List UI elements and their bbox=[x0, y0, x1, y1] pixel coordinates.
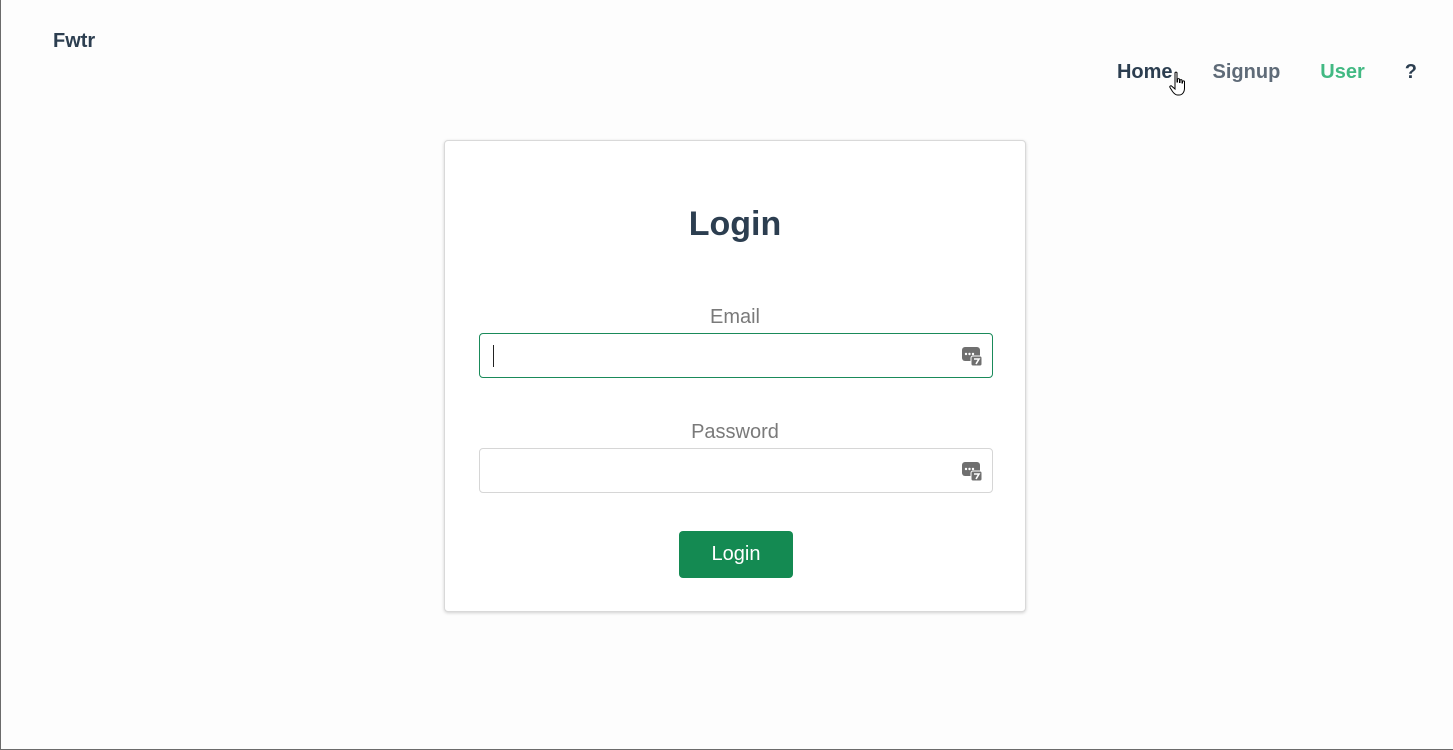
top-nav: Home Signup User ? bbox=[1117, 61, 1417, 84]
login-title: Login bbox=[688, 205, 782, 243]
nav-link-home[interactable]: Home bbox=[1117, 61, 1173, 84]
password-label: Password bbox=[691, 421, 779, 443]
login-card: Login Email Password Login bbox=[444, 140, 1026, 612]
text-caret bbox=[493, 345, 494, 367]
password-manager-icon[interactable] bbox=[961, 460, 983, 482]
email-input[interactable] bbox=[480, 334, 992, 377]
password-input[interactable] bbox=[480, 449, 992, 492]
password-field-wrapper bbox=[479, 448, 993, 493]
nav-link-user[interactable]: User bbox=[1320, 61, 1364, 84]
nav-link-signup[interactable]: Signup bbox=[1213, 61, 1281, 84]
email-label: Email bbox=[709, 306, 760, 328]
hand-pointer-cursor-icon bbox=[1169, 71, 1185, 96]
password-manager-icon[interactable] bbox=[961, 345, 983, 367]
login-button[interactable]: Login bbox=[679, 531, 793, 578]
brand-logo[interactable]: Fwtr bbox=[53, 30, 95, 53]
nav-link-help[interactable]: ? bbox=[1405, 61, 1417, 84]
email-field-wrapper bbox=[479, 333, 993, 378]
